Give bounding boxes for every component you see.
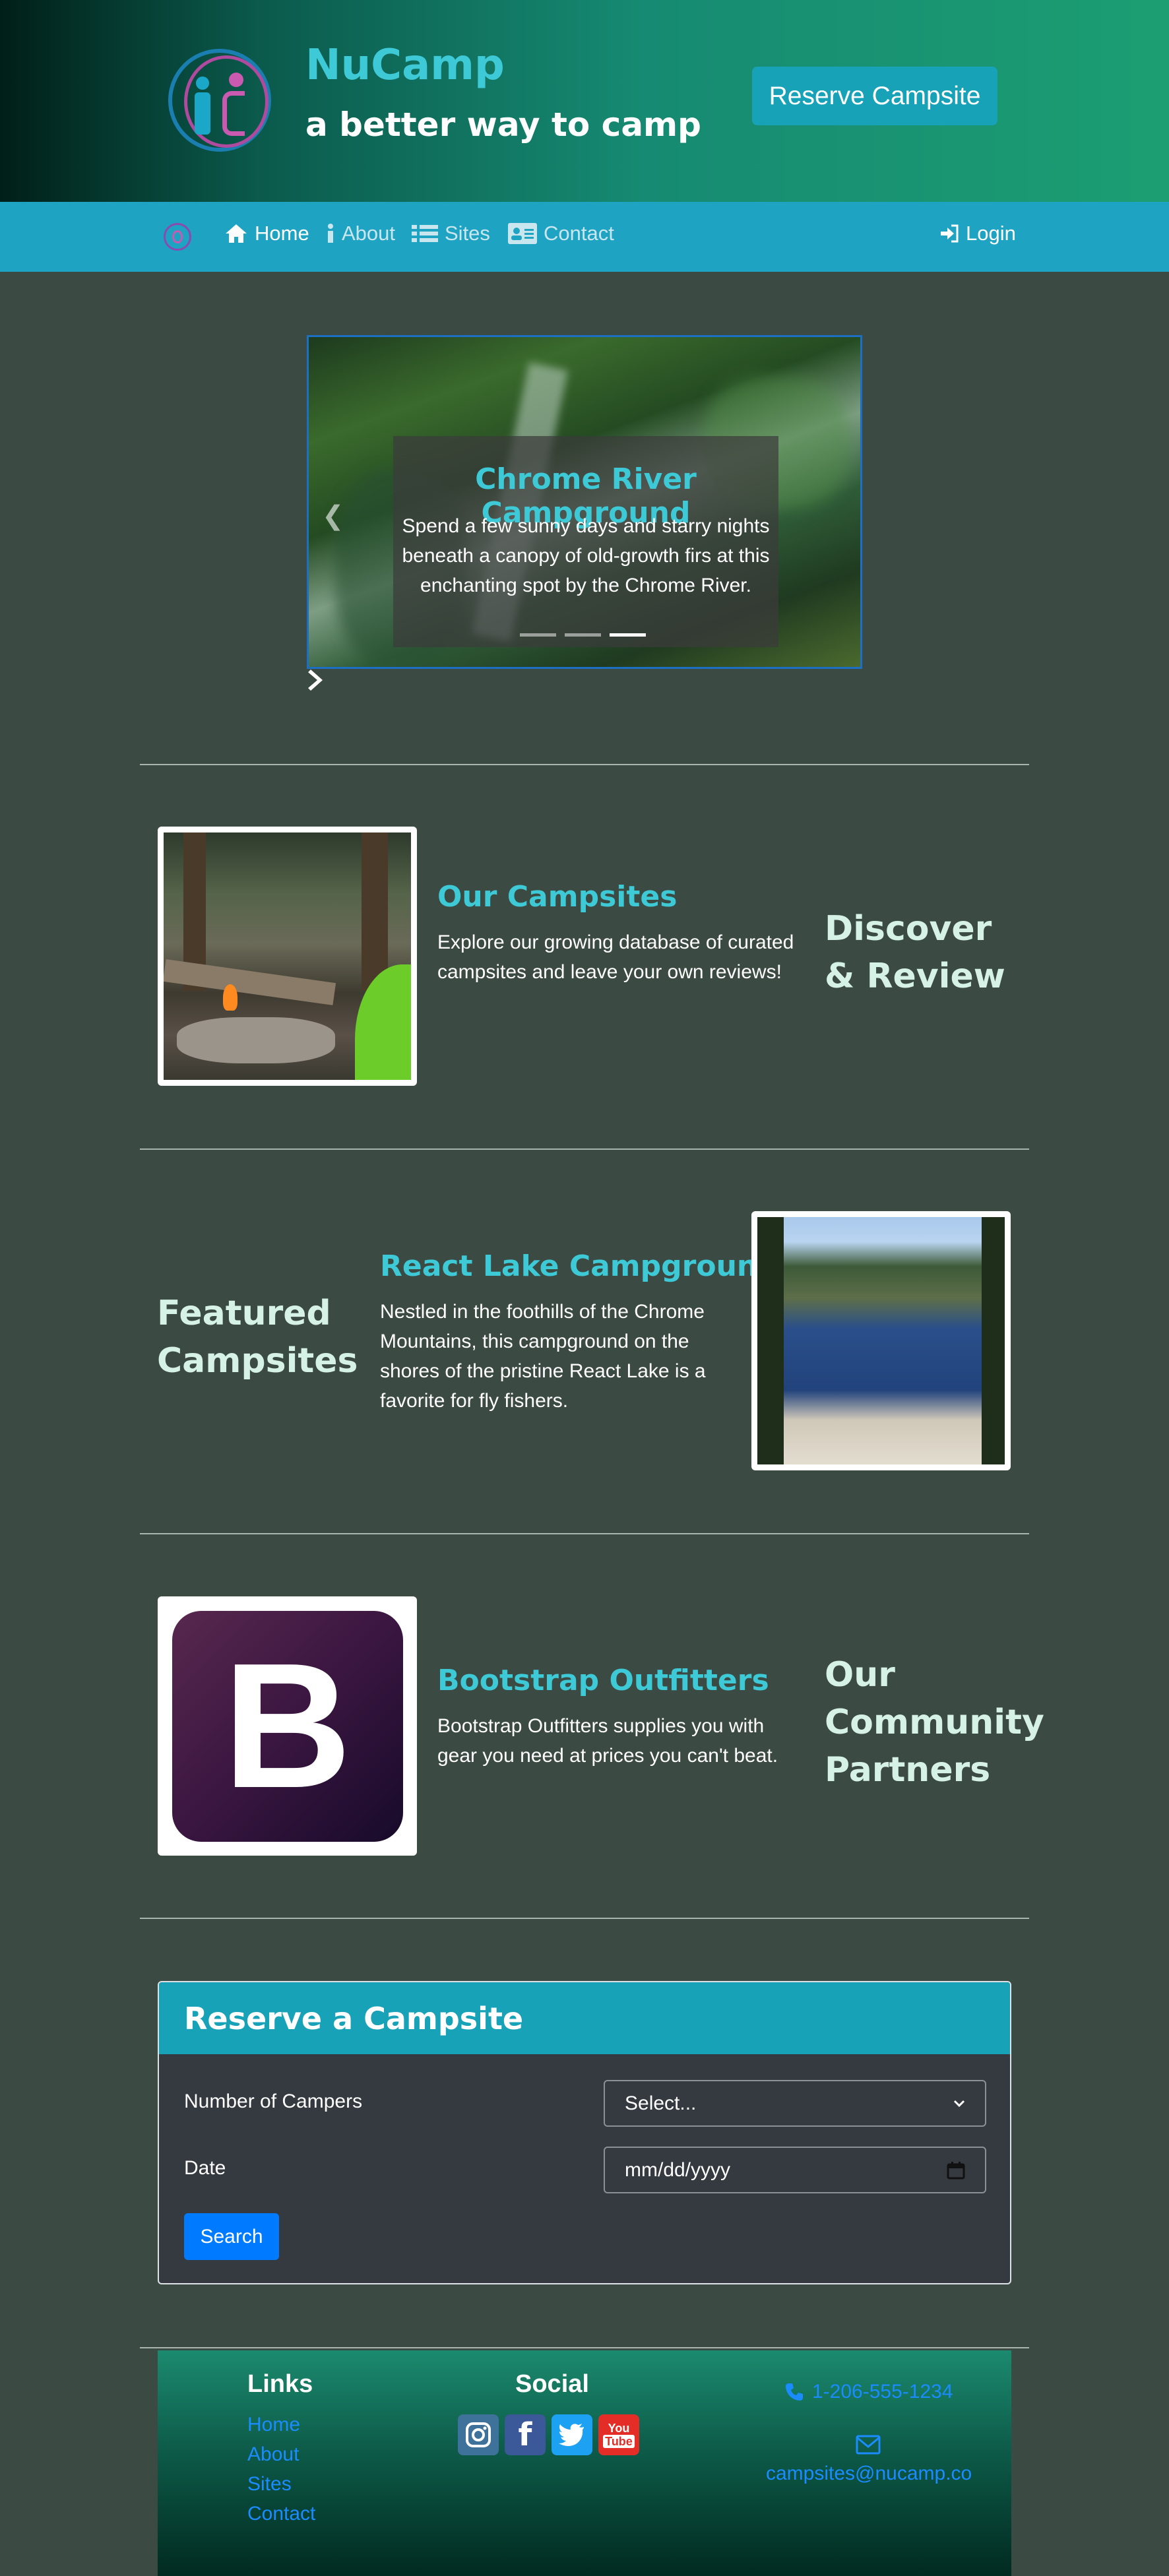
reserve-card-title: Reserve a Campsite <box>184 2001 524 2036</box>
date-label: Date <box>184 2157 226 2179</box>
campers-label: Number of Campers <box>184 2090 363 2112</box>
nav-contact[interactable]: Contact <box>508 222 614 245</box>
footer-phone[interactable]: 1-206-555-1234 <box>784 2381 953 2403</box>
nav-about[interactable]: About <box>326 222 395 245</box>
carousel-indicator[interactable] <box>520 633 556 637</box>
search-button[interactable]: Search <box>184 2213 279 2260</box>
partner-title: Bootstrap Outfitters <box>437 1664 769 1697</box>
nav-sites[interactable]: Sites <box>412 222 490 245</box>
discover-review-label: Discover & Review <box>825 909 1005 996</box>
navbar: Home About Sites Contact Login <box>0 202 1169 272</box>
campsites-text: Explore our growing database of curated … <box>437 931 794 983</box>
footer-links-heading: Links <box>247 2370 313 2398</box>
nucamp-logo <box>168 49 271 152</box>
envelope-icon <box>856 2435 881 2455</box>
carousel-indicator[interactable] <box>565 633 601 637</box>
info-icon <box>328 224 333 243</box>
carousel-text: Spend a few sunny days and starry nights… <box>402 515 770 596</box>
login-label: Login <box>966 222 1016 245</box>
divider <box>140 2347 1029 2348</box>
nav-contact-label: Contact <box>544 222 614 245</box>
footer-link-home[interactable]: Home <box>247 2414 300 2436</box>
calendar-icon[interactable] <box>947 2161 965 2180</box>
campers-select-value: Select... <box>625 2092 697 2114</box>
featured-campsites-label: Featured Campsites <box>157 1294 358 1381</box>
divider <box>140 1148 1029 1150</box>
date-input-value: mm/dd/yyyy <box>625 2158 731 2181</box>
home-icon <box>226 224 247 243</box>
nav-sites-label: Sites <box>445 222 490 245</box>
phone-icon <box>786 2383 803 2401</box>
carousel-indicator-active[interactable] <box>610 633 646 637</box>
youtube-icon[interactable]: You Tube <box>598 2414 639 2455</box>
divider <box>140 1533 1029 1534</box>
campsites-title: Our Campsites <box>437 880 678 914</box>
facebook-icon[interactable]: f <box>505 2414 546 2455</box>
campsites-image <box>158 827 417 1086</box>
date-input[interactable]: mm/dd/yyyy <box>604 2147 986 2193</box>
divider <box>140 1918 1029 1919</box>
footer-link-contact[interactable]: Contact <box>247 2503 315 2525</box>
address-card-icon <box>508 223 537 244</box>
login-button[interactable]: Login <box>939 222 1016 245</box>
footer-email-address: campsites@nucamp.co <box>766 2463 972 2484</box>
reserve-card-header: Reserve a Campsite <box>159 1982 1010 2054</box>
brand-title: NuCamp <box>305 41 505 90</box>
nav-about-label: About <box>342 222 396 245</box>
reserve-campsite-button[interactable]: Reserve Campsite <box>752 67 997 125</box>
footer-email[interactable]: campsites@nucamp.co <box>766 2463 972 2485</box>
hero-carousel[interactable]: ❮ Chrome River Campground Spend a few su… <box>307 335 862 669</box>
footer-social-heading: Social <box>515 2370 589 2398</box>
footer-link-sites[interactable]: Sites <box>247 2473 292 2496</box>
featured-text: Nestled in the foothills of the Chrome M… <box>380 1301 706 1412</box>
navbar-logo[interactable] <box>164 223 191 251</box>
community-partners-label: Our Community Partners <box>825 1655 1044 1790</box>
instagram-icon[interactable] <box>458 2414 499 2455</box>
twitter-icon[interactable] <box>552 2414 592 2455</box>
bootstrap-outfitters-logo: B <box>158 1596 417 1856</box>
nav-home-label: Home <box>255 222 309 245</box>
footer-link-about[interactable]: About <box>247 2443 299 2466</box>
react-lake-image <box>751 1211 1011 1470</box>
footer-phone-number: 1-206-555-1234 <box>812 2381 953 2403</box>
carousel-indicators <box>520 633 646 637</box>
featured-title: React Lake Campground <box>380 1249 778 1283</box>
carousel-next-icon[interactable] <box>307 667 327 697</box>
carousel-prev-icon[interactable]: ❮ <box>322 501 344 531</box>
partner-text: Bootstrap Outfitters supplies you with g… <box>437 1715 778 1767</box>
site-header: NuCamp a better way to camp Reserve Camp… <box>0 0 1169 202</box>
reserve-campsite-card: Reserve a Campsite Number of Campers Sel… <box>158 1981 1011 2284</box>
nav-home[interactable]: Home <box>224 222 309 245</box>
divider <box>140 764 1029 765</box>
brand-tagline: a better way to camp <box>305 106 701 144</box>
sign-in-icon <box>941 224 959 243</box>
carousel-caption: Chrome River Campground Spend a few sunn… <box>393 436 778 647</box>
site-footer: Links Home About Sites Contact Social f … <box>158 2350 1011 2576</box>
campers-select[interactable]: Select... <box>604 2080 986 2127</box>
list-icon <box>412 225 438 242</box>
chevron-down-icon <box>953 2100 965 2107</box>
